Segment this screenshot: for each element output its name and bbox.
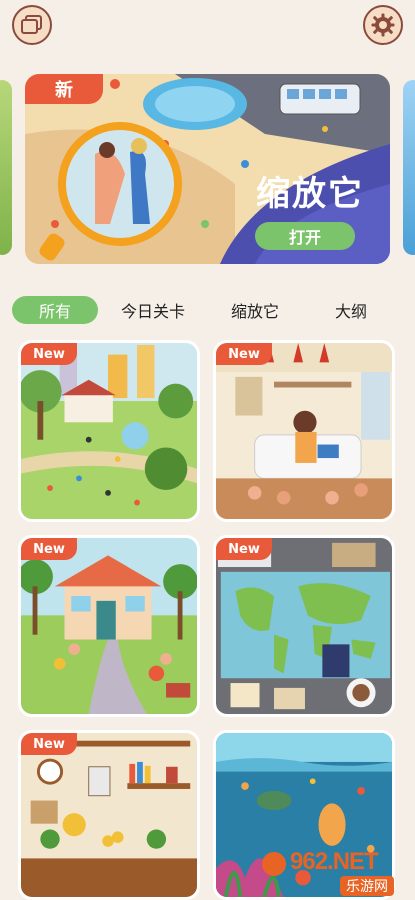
gallery-icon	[21, 15, 42, 34]
top-bar	[0, 0, 415, 60]
featured-banner[interactable]: 新 缩放它 打开	[25, 74, 390, 264]
featured-carousel[interactable]: 新 缩放它 打开	[0, 70, 415, 270]
category-tabs: 所有 今日关卡 缩放它 大纲	[0, 296, 415, 326]
carousel-next-card[interactable]	[403, 80, 415, 255]
tab-all[interactable]: 所有	[12, 296, 98, 324]
tab-zoom-it[interactable]: 缩放它	[212, 296, 298, 324]
new-badge: New	[21, 733, 77, 755]
gear-icon	[371, 13, 395, 37]
level-card[interactable]: New	[18, 535, 200, 717]
living-room-illustration	[216, 343, 392, 519]
site-watermark: 962.NET 乐游网	[262, 846, 412, 898]
watermark-sub-text: 乐游网	[340, 876, 394, 896]
world-map-desk-illustration	[216, 538, 392, 714]
watermark-logo-icon	[262, 852, 286, 876]
banner-open-button[interactable]: 打开	[255, 222, 355, 250]
shelf-room-illustration	[21, 733, 197, 897]
level-card[interactable]: New	[213, 340, 395, 522]
watermark-main-text: 962.NET	[290, 848, 379, 875]
new-badge: New	[21, 538, 77, 560]
new-badge: New	[216, 343, 272, 365]
banner-title: 缩放它	[256, 174, 364, 214]
carousel-prev-card[interactable]	[0, 80, 12, 255]
level-card[interactable]: New	[18, 730, 200, 900]
settings-button[interactable]	[363, 5, 403, 45]
tab-outline[interactable]: 大纲	[308, 296, 394, 324]
new-badge: New	[21, 343, 77, 365]
park-illustration	[21, 343, 197, 519]
tab-daily-levels[interactable]: 今日关卡	[108, 296, 198, 324]
banner-new-badge: 新	[25, 74, 103, 104]
gallery-button[interactable]	[12, 5, 52, 45]
new-badge: New	[216, 538, 272, 560]
level-card[interactable]: New	[213, 535, 395, 717]
level-card[interactable]: New	[18, 340, 200, 522]
house-yard-illustration	[21, 538, 197, 714]
